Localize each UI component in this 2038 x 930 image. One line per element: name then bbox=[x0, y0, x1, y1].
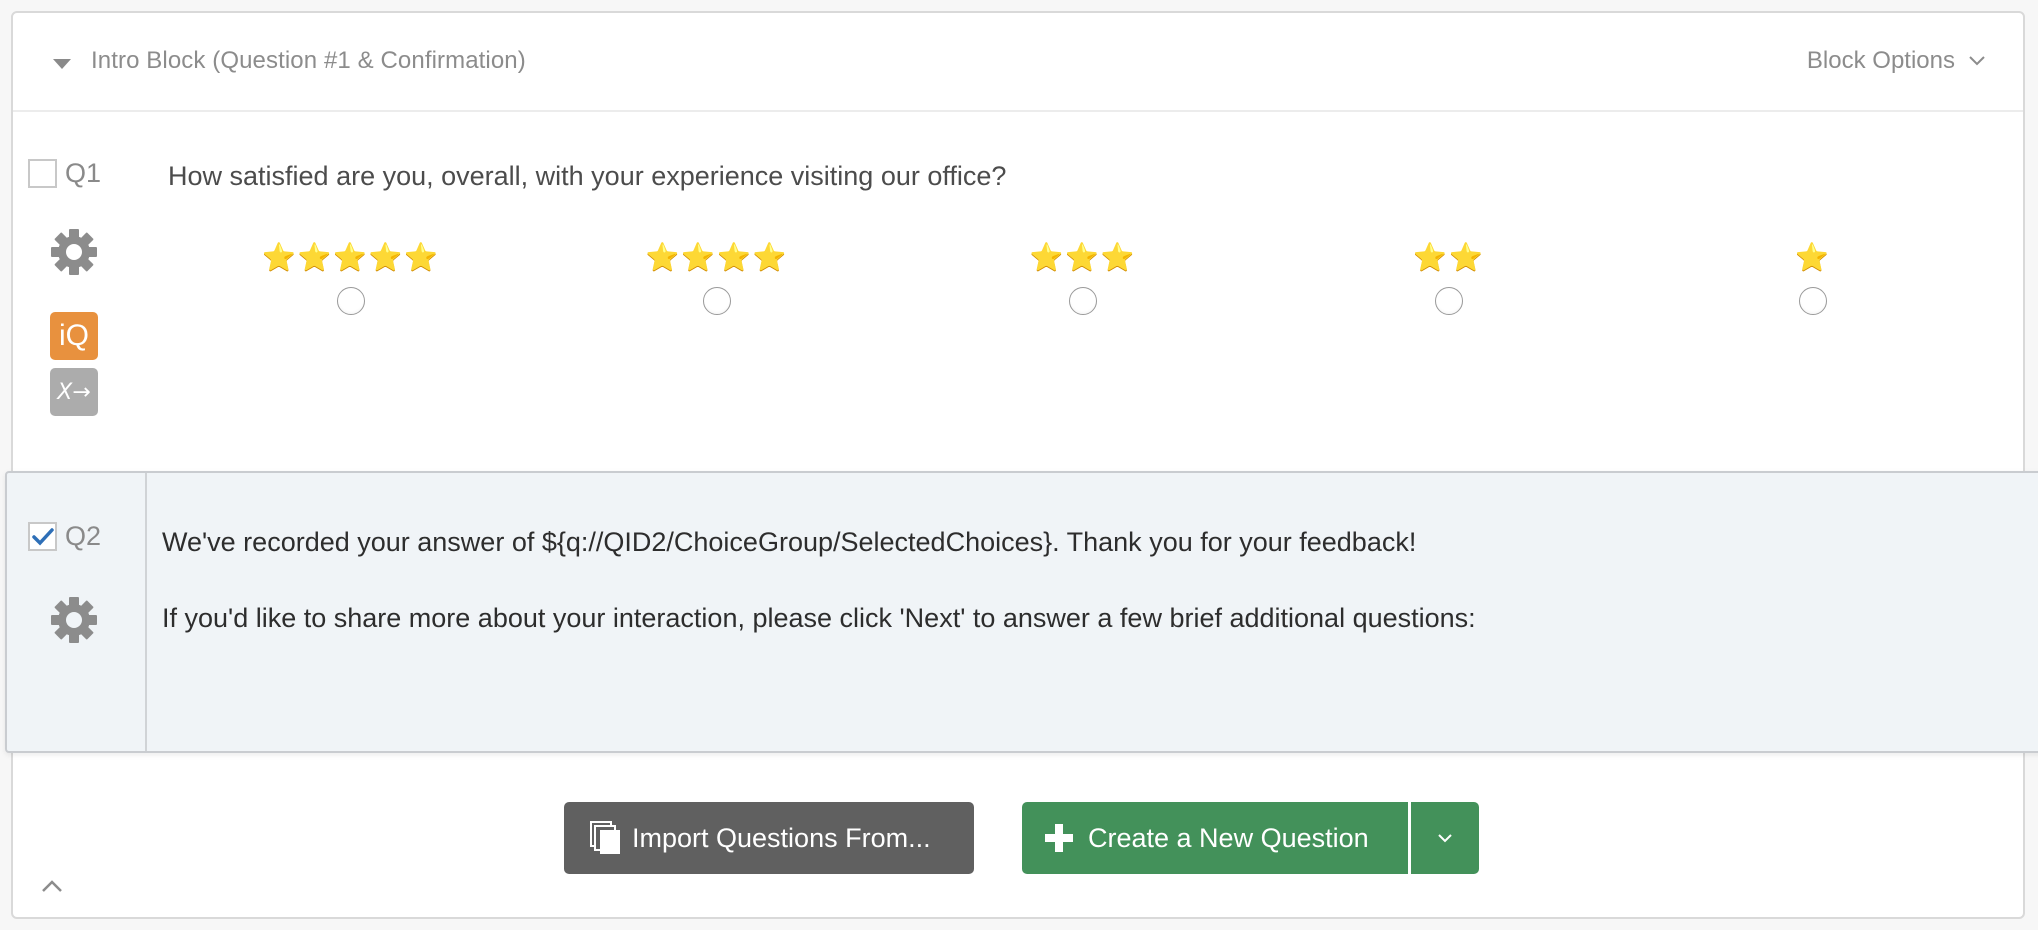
chevron-down-icon bbox=[1969, 56, 1985, 66]
star-rating-label: ⭐⭐⭐⭐ bbox=[645, 242, 789, 272]
q1-choice-2-stars: ⭐⭐ bbox=[1299, 239, 1599, 315]
q2-question-selected[interactable]: Q2 We've recorded your answer of ${q://Q… bbox=[5, 471, 2038, 753]
create-new-question-label: Create a New Question bbox=[1088, 822, 1369, 853]
import-questions-button[interactable]: Import Questions From... bbox=[564, 802, 974, 874]
q1-radio-5-stars[interactable] bbox=[337, 287, 365, 315]
q2-sidebar: Q2 bbox=[7, 473, 147, 751]
chevron-down-icon bbox=[1438, 834, 1452, 843]
plus-icon bbox=[1045, 824, 1073, 852]
q1-number-row: Q1 bbox=[28, 158, 101, 189]
block-header: Intro Block (Question #1 & Confirmation)… bbox=[13, 13, 2023, 112]
star-rating-label: ⭐⭐ bbox=[1413, 242, 1485, 272]
checkmark-icon bbox=[32, 528, 54, 546]
q1-choice-5-stars: ⭐⭐⭐⭐⭐ bbox=[201, 239, 501, 315]
block-options-dropdown[interactable]: Block Options bbox=[1807, 47, 1985, 75]
create-question-type-dropdown[interactable] bbox=[1409, 802, 1479, 874]
q2-select-checkbox[interactable] bbox=[28, 522, 57, 551]
copy-pages-icon bbox=[590, 821, 620, 854]
star-rating-label: ⭐⭐⭐ bbox=[1029, 242, 1137, 272]
chevron-up-icon[interactable] bbox=[41, 879, 63, 893]
import-questions-label: Import Questions From... bbox=[632, 822, 931, 853]
q1-number: Q1 bbox=[65, 158, 102, 188]
q1-select-checkbox[interactable] bbox=[28, 159, 57, 188]
q1-radio-2-stars[interactable] bbox=[1435, 287, 1463, 315]
q2-number-row: Q2 bbox=[28, 521, 101, 552]
q1-radio-1-star[interactable] bbox=[1799, 287, 1827, 315]
q1-gear-icon[interactable] bbox=[49, 227, 99, 277]
piped-text-badge[interactable]: X→ bbox=[50, 368, 98, 416]
q1-choice-3-stars: ⭐⭐⭐ bbox=[933, 239, 1233, 315]
q1-choice-4-stars: ⭐⭐⭐⭐ bbox=[567, 239, 867, 315]
q1-radio-3-stars[interactable] bbox=[1069, 287, 1097, 315]
create-new-question-button[interactable]: Create a New Question bbox=[1022, 802, 1408, 874]
star-rating-label: ⭐⭐⭐⭐⭐ bbox=[261, 242, 441, 272]
q1-question-text[interactable]: How satisfied are you, overall, with you… bbox=[168, 161, 1006, 192]
collapse-block-triangle-icon[interactable] bbox=[53, 59, 71, 69]
q2-gear-icon[interactable] bbox=[49, 595, 99, 645]
q2-text-line-1[interactable]: We've recorded your answer of ${q://QID2… bbox=[162, 527, 1416, 558]
q1-choice-1-star: ⭐ bbox=[1663, 239, 1963, 315]
block-options-label: Block Options bbox=[1806, 47, 1955, 74]
survey-block: Intro Block (Question #1 & Confirmation)… bbox=[5, 11, 2038, 919]
q2-text-line-2[interactable]: If you'd like to share more about your i… bbox=[162, 603, 1476, 634]
block-title[interactable]: Intro Block (Question #1 & Confirmation) bbox=[91, 47, 526, 75]
q2-number: Q2 bbox=[65, 521, 102, 551]
star-rating-label: ⭐ bbox=[1795, 242, 1831, 272]
q1-radio-4-stars[interactable] bbox=[703, 287, 731, 315]
iq-insights-badge[interactable]: iQ bbox=[50, 312, 98, 360]
